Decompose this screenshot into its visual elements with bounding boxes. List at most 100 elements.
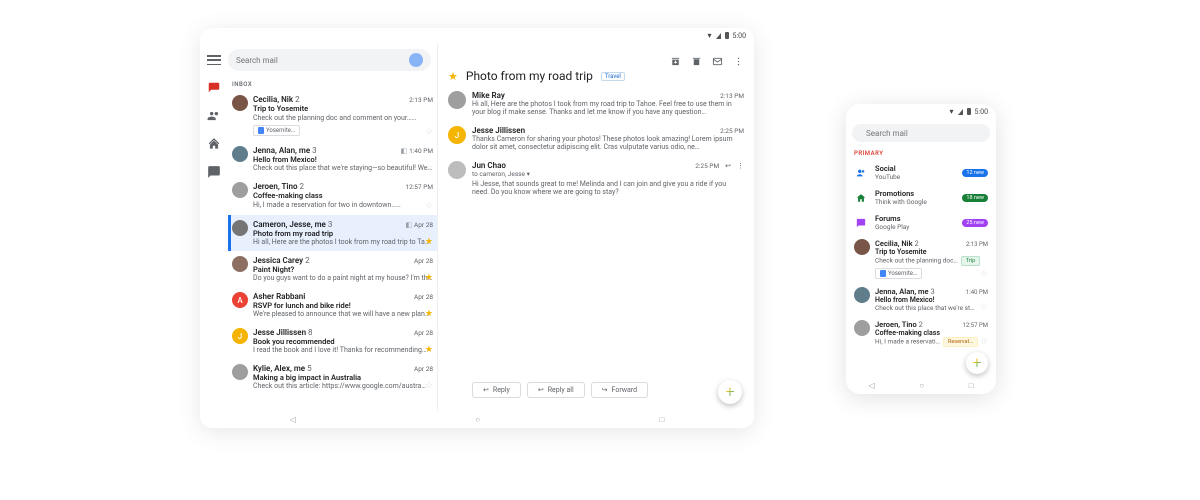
sender-avatar — [232, 95, 248, 111]
mail-time: 12:57 PM — [405, 183, 433, 191]
sender-name: Cecilia, Nik 2 — [875, 239, 919, 248]
mail-item[interactable]: Cameron, Jesse, me 3 ◧Apr 28 Photo from … — [228, 215, 437, 251]
reply-all-button[interactable]: ↩Reply all — [527, 382, 585, 398]
mail-item[interactable]: Jenna, Alan, me 3 1:40 PM Hello from Mex… — [846, 283, 996, 316]
sender-name: Kylie, Alex, me 5 — [253, 364, 312, 373]
mail-item[interactable]: A Asher Rabbani Apr 28 RSVP for lunch an… — [228, 287, 437, 323]
nav-back-icon[interactable]: ◁ — [868, 381, 874, 390]
thread-message[interactable]: J Jesse Jillissen 2:25 PM Thanks Cameron… — [448, 126, 744, 151]
star-icon[interactable]: ★ — [425, 309, 433, 319]
mark-unread-icon[interactable] — [712, 52, 723, 63]
rail-promotions[interactable] — [207, 137, 221, 151]
label-icon: ◧ — [405, 221, 412, 229]
sender-name: Jenna, Alan, me 3 — [875, 287, 935, 296]
sender-name: Cecilia, Nik 2 — [253, 95, 300, 104]
attachment-chip[interactable]: Yosemite… — [253, 125, 300, 136]
thread-message[interactable]: Jun Chao 2:25 PM ↩⋮ to cameron, Jesse ▾ … — [448, 161, 744, 196]
nav-recent-icon[interactable]: □ — [969, 381, 974, 390]
mail-item[interactable]: Cecilia, Nik 2 2:13 PM Trip to Yosemite … — [228, 90, 437, 141]
mail-subject: Trip to Yosemite — [875, 248, 988, 256]
category-row[interactable]: ForumsGoogle Play 25 new — [846, 210, 996, 235]
sender-avatar — [448, 161, 466, 179]
nav-recent-icon[interactable]: □ — [659, 415, 664, 424]
category-sub: YouTube — [875, 173, 955, 181]
tablet-statusbar: ▾ 5:00 — [200, 28, 754, 43]
mail-list-column: INBOX Cecilia, Nik 2 2:13 PM Trip to Yos… — [228, 43, 438, 410]
star-icon[interactable]: ★ — [425, 273, 433, 283]
mail-snippet: Check out the planning doc…Trip — [875, 256, 988, 266]
mail-time: Apr 28 — [414, 293, 433, 301]
mail-item[interactable]: J Jesse Jillissen 8 Apr 28 Book you reco… — [228, 323, 437, 359]
msg-recipients[interactable]: to cameron, Jesse ▾ — [472, 170, 744, 178]
sender-avatar: J — [448, 126, 466, 144]
search-input[interactable] — [866, 129, 976, 138]
attachment-chip[interactable]: Yosemite… — [875, 268, 922, 279]
star-icon[interactable]: ☆ — [980, 302, 988, 312]
thread-star-icon[interactable]: ★ — [448, 70, 458, 83]
account-avatar[interactable] — [409, 53, 423, 67]
mail-subject: Coffee-making class — [875, 329, 988, 337]
search-bar[interactable] — [228, 49, 431, 71]
msg-sender: Mike Ray — [472, 91, 505, 100]
mail-time: Apr 28 — [414, 329, 433, 337]
inbox-section-label: INBOX — [228, 77, 437, 90]
rail-forums[interactable] — [207, 165, 221, 179]
mail-item[interactable]: Jeroen, Tino 2 12:57 PM Coffee-making cl… — [846, 316, 996, 351]
status-time: 5:00 — [733, 32, 747, 40]
mail-item[interactable]: Jessica Carey 2 Apr 28 Paint Night? Do y… — [228, 251, 437, 287]
msg-more-icon[interactable]: ⋮ — [737, 162, 744, 170]
star-icon[interactable]: ☆ — [425, 127, 433, 137]
thread-label-chip[interactable]: Travel — [601, 72, 625, 81]
mail-item[interactable]: Cecilia, Nik 2 2:13 PM Trip to Yosemite … — [846, 235, 996, 283]
mail-item[interactable]: Jeroen, Tino 2 12:57 PM Coffee-making cl… — [228, 177, 437, 215]
category-row[interactable]: PromotionsThink with Google 18 new — [846, 185, 996, 210]
sender-avatar — [232, 182, 248, 198]
menu-button[interactable] — [207, 53, 221, 67]
mail-item[interactable]: Jenna, Alan, me 3 ◧1:40 PM Hello from Me… — [228, 141, 437, 177]
category-row[interactable]: SocialYouTube 12 new — [846, 160, 996, 185]
forward-button[interactable]: ↪Forward — [591, 382, 648, 398]
category-sub: Google Play — [875, 223, 955, 231]
mail-snippet: Check out this place that we're st… — [875, 304, 988, 312]
delete-icon[interactable] — [691, 52, 702, 63]
wifi-icon: ▾ — [949, 107, 953, 116]
star-icon[interactable]: ★ — [425, 345, 433, 355]
msg-sender: Jun Chao — [472, 161, 506, 170]
mail-time: 1:40 PM — [966, 289, 988, 296]
msg-sender: Jesse Jillissen — [472, 126, 525, 135]
msg-time: 2:13 PM — [720, 92, 744, 100]
search-input[interactable] — [236, 56, 403, 65]
star-icon[interactable]: ☆ — [425, 163, 433, 173]
star-icon[interactable]: ★ — [425, 237, 433, 247]
primary-tab-label: PRIMARY — [846, 147, 996, 160]
category-sub: Think with Google — [875, 198, 955, 206]
forward-icon: ↪ — [602, 386, 608, 394]
nav-home-icon[interactable]: ○ — [475, 415, 480, 424]
nav-back-icon[interactable]: ◁ — [290, 415, 296, 424]
msg-body: Hi all, Here are the photos I took from … — [472, 100, 744, 116]
mail-snippet: Check out the planning doc and comment o… — [253, 113, 433, 123]
sender-avatar — [232, 256, 248, 272]
reply-button[interactable]: ↩Reply — [472, 382, 521, 398]
phone-search-bar[interactable] — [852, 124, 990, 142]
mail-snippet: Hi, I made a reservati…Reservat… — [875, 337, 988, 347]
compose-fab[interactable]: + — [966, 352, 988, 374]
archive-icon[interactable] — [670, 52, 681, 63]
more-icon[interactable] — [733, 52, 744, 63]
thread-message[interactable]: Mike Ray 2:13 PM Hi all, Here are the ph… — [448, 91, 744, 116]
doc-icon — [880, 270, 886, 277]
mail-item[interactable]: Kylie, Alex, me 5 Apr 28 Making a big im… — [228, 359, 437, 395]
star-icon[interactable]: ☆ — [425, 201, 433, 211]
rail-inbox[interactable] — [207, 81, 221, 95]
star-icon[interactable]: ☆ — [980, 269, 988, 279]
rail-social[interactable] — [207, 109, 221, 123]
mail-time: ◧1:40 PM — [400, 147, 433, 155]
reply-row: ↩Reply ↩Reply all ↪Forward — [472, 376, 744, 404]
msg-reply-icon[interactable]: ↩ — [725, 162, 731, 170]
mail-snippet: Check out this place that we're staying—… — [253, 164, 433, 172]
nav-home-icon[interactable]: ○ — [919, 381, 924, 390]
msg-time: 2:25 PM — [720, 127, 744, 135]
category-badge: 12 new — [962, 169, 988, 177]
star-icon[interactable]: ☆ — [980, 337, 988, 347]
star-icon[interactable]: ☆ — [425, 381, 433, 391]
